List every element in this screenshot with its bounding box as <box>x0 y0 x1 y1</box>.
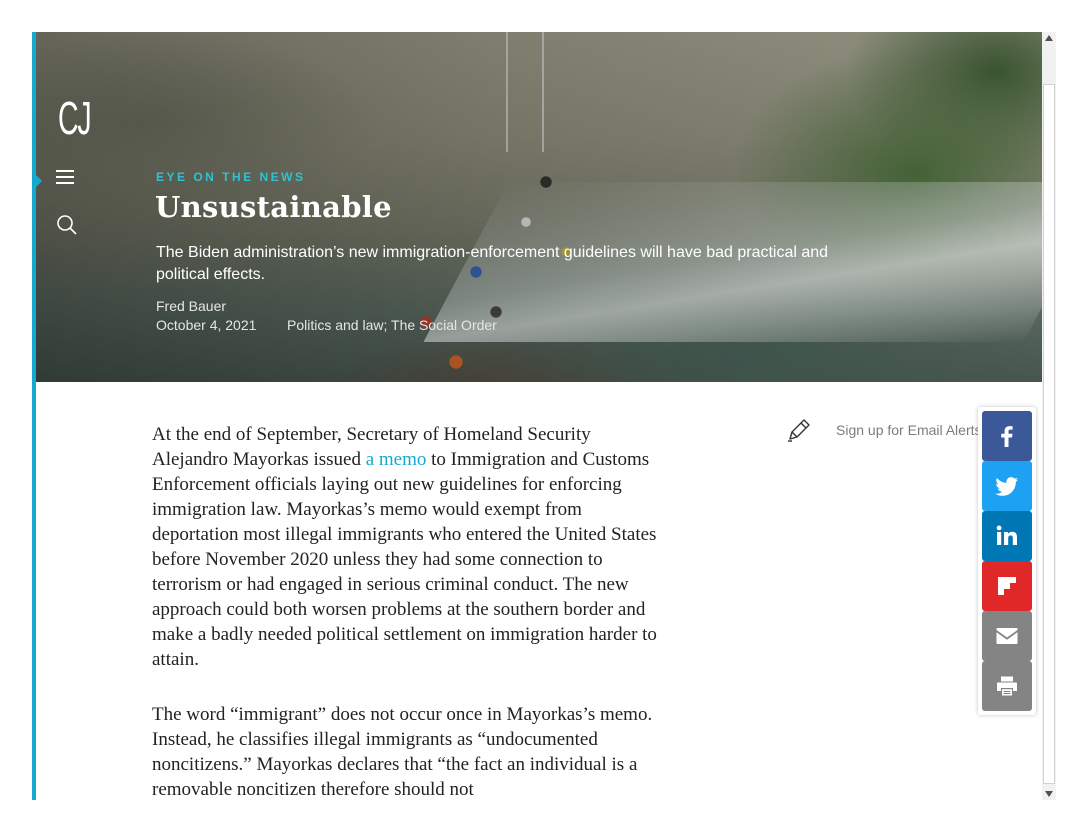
email-share-button[interactable] <box>982 611 1032 661</box>
linkedin-share-button[interactable] <box>982 511 1032 561</box>
twitter-share-button[interactable] <box>982 461 1032 511</box>
mail-icon <box>996 628 1018 644</box>
facebook-icon <box>1001 426 1013 447</box>
page-title: Unsustainable <box>155 190 392 224</box>
scroll-up-arrow-icon[interactable] <box>1045 35 1053 41</box>
scroll-down-arrow-icon[interactable] <box>1045 791 1053 797</box>
pencil-icon <box>788 419 810 442</box>
author-link[interactable]: Fred Bauer <box>156 298 226 314</box>
page-scrollbar[interactable] <box>1042 32 1056 800</box>
facebook-share-button[interactable] <box>982 411 1032 461</box>
accent-bar <box>32 32 36 800</box>
hero-banner: CJ EYE ON THE NEWS Unsustainable The Bid… <box>36 32 1042 382</box>
menu-icon[interactable] <box>56 170 74 184</box>
page-viewport: CJ EYE ON THE NEWS Unsustainable The Bid… <box>32 32 1056 800</box>
flipboard-share-button[interactable] <box>982 561 1032 611</box>
email-signup-link[interactable]: Sign up for Email Alerts <box>786 417 982 443</box>
site-logo[interactable]: CJ <box>58 92 92 144</box>
share-bar <box>978 407 1036 715</box>
article-body: At the end of September, Secretary of Ho… <box>152 422 660 800</box>
article-paragraph: At the end of September, Secretary of Ho… <box>152 422 660 672</box>
linkedin-icon <box>996 525 1017 545</box>
print-icon <box>997 676 1017 696</box>
email-signup-label: Sign up for Email Alerts <box>836 422 982 438</box>
article-kicker[interactable]: EYE ON THE NEWS <box>156 170 306 184</box>
flipboard-icon <box>998 577 1016 595</box>
memo-link[interactable]: a memo <box>366 449 427 470</box>
scrollbar-thumb[interactable] <box>1043 84 1055 784</box>
print-share-button[interactable] <box>982 661 1032 711</box>
publish-date: October 4, 2021 <box>156 317 257 333</box>
twitter-icon <box>995 477 1018 496</box>
article-dek: The Biden administration’s new immigrati… <box>156 244 829 283</box>
category-links[interactable]: Politics and law; The Social Order <box>287 317 497 333</box>
search-icon[interactable] <box>56 214 78 236</box>
article-paragraph: The word “immigrant” does not occur once… <box>152 704 653 800</box>
paragraph-text: to Immigration and Customs Enforcement o… <box>152 449 657 670</box>
menu-active-pointer <box>36 175 42 187</box>
